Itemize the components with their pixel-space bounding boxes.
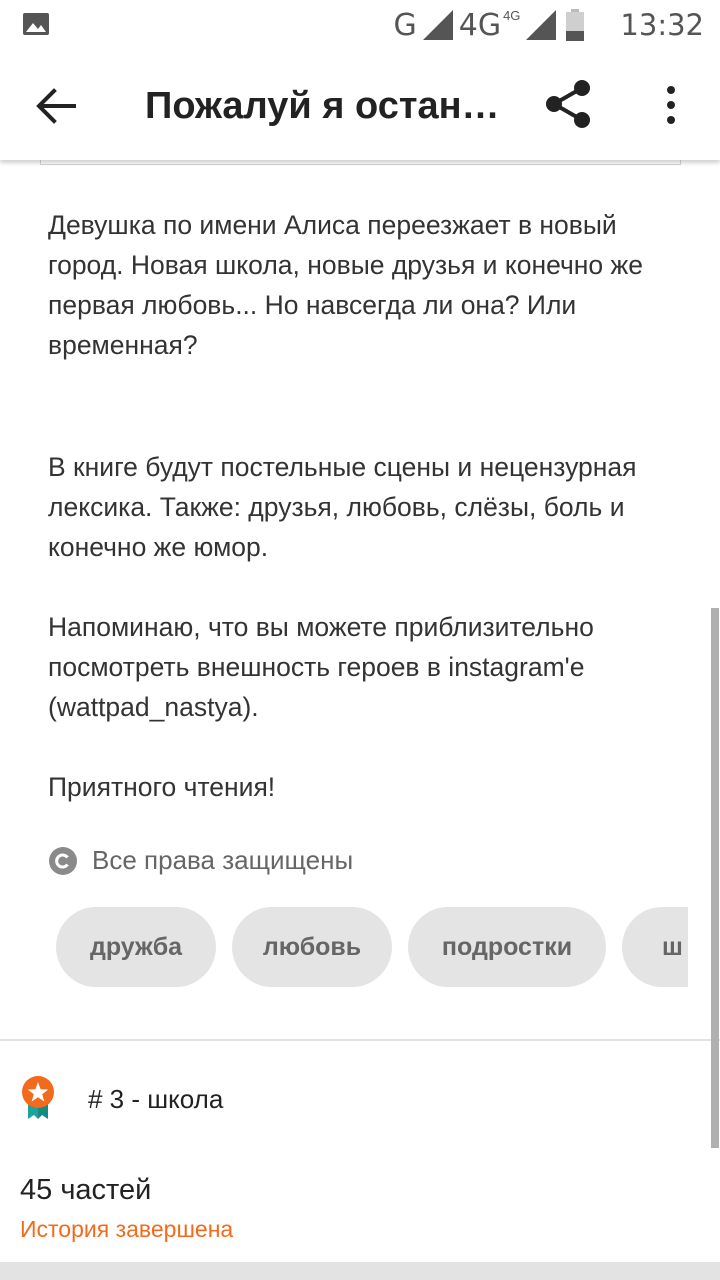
story-title: Пожалуй я остан… bbox=[145, 85, 500, 127]
description-paragraph: Напоминаю, что вы можете приблизительно … bbox=[48, 612, 594, 722]
tag-chip[interactable]: дружба bbox=[56, 907, 216, 987]
signal-icon bbox=[526, 10, 557, 40]
network-g-label: G bbox=[393, 7, 417, 43]
rank-badge-icon bbox=[22, 1076, 54, 1119]
status-bar: G 4G 4G 13:32 bbox=[0, 0, 720, 50]
more-vert-icon[interactable] bbox=[656, 84, 686, 128]
network-4g-label: 4G bbox=[458, 7, 502, 43]
description-paragraph: Приятного чтения! bbox=[48, 772, 276, 802]
tags-row[interactable]: дружба любовь подростки ш bbox=[56, 907, 688, 987]
tag-chip[interactable]: ш bbox=[622, 907, 688, 987]
tag-chip[interactable]: подростки bbox=[408, 907, 606, 987]
ranking-row[interactable]: # 3 - школа bbox=[20, 1075, 223, 1121]
copyright-row: Все права защищены bbox=[48, 845, 353, 876]
share-icon[interactable] bbox=[542, 78, 594, 130]
signal-icon bbox=[422, 10, 453, 40]
status-time: 13:32 bbox=[620, 8, 704, 42]
copyright-icon bbox=[49, 846, 77, 875]
scrollbar[interactable] bbox=[711, 608, 719, 1148]
ranking-text: # 3 - школа bbox=[88, 1083, 224, 1114]
copyright-text: Все права защищены bbox=[92, 845, 354, 875]
back-arrow-icon[interactable] bbox=[34, 85, 76, 127]
battery-icon bbox=[566, 9, 585, 41]
completion-status: История завершена bbox=[20, 1216, 234, 1242]
description-paragraph: В книге будут постельные сцены и нецензу… bbox=[48, 452, 637, 562]
app-bar: Пожалуй я остан… bbox=[0, 50, 720, 160]
network-4g-sup: 4G bbox=[503, 7, 521, 23]
tag-chip[interactable]: любовь bbox=[232, 907, 392, 987]
description-paragraph: Девушка по имени Алиса переезжает в новы… bbox=[48, 210, 643, 360]
bottom-strip bbox=[0, 1262, 720, 1280]
parts-count: 45 частей bbox=[20, 1174, 152, 1206]
image-icon bbox=[23, 13, 49, 35]
divider bbox=[0, 1039, 720, 1041]
